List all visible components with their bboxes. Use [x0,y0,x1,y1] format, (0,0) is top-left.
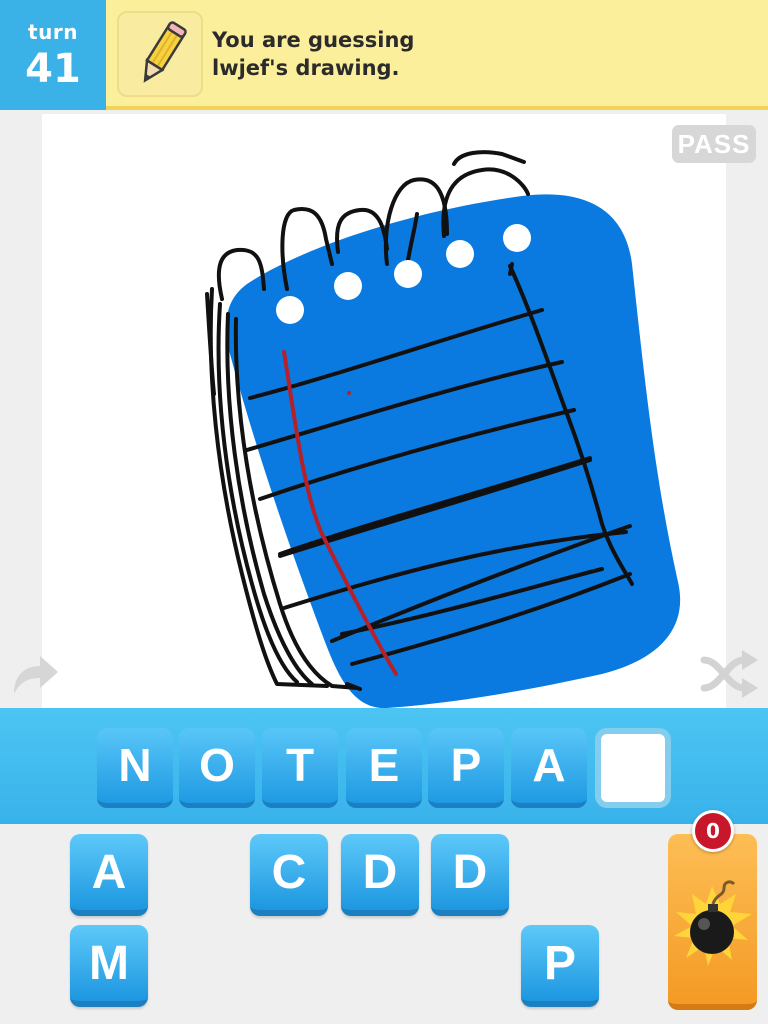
drawing-canvas [42,114,726,708]
letter-tile[interactable]: D [431,834,509,916]
letter-tile[interactable]: M [70,925,148,1007]
answer-slot[interactable]: N [97,728,173,808]
bomb-icon [674,880,752,966]
turn-label: turn [28,20,78,44]
answer-slot[interactable]: P [428,728,504,808]
answer-slot[interactable]: O [179,728,255,808]
letter-tile[interactable]: A [70,834,148,916]
answer-bar: N O T E P A [0,708,768,824]
letter-tile[interactable]: C [250,834,328,916]
guess-message-line1: You are guessing [212,28,415,52]
turn-number: 41 [25,46,81,92]
answer-slot[interactable]: E [346,728,422,808]
pencil-icon [117,11,203,97]
notepad-drawing [205,150,681,708]
answer-slot-empty[interactable] [595,728,671,808]
header-bar: turn 41 You are guessing lwjef's drawing… [0,0,768,110]
bomb-count-badge: 0 [692,810,734,852]
turn-counter: turn 41 [0,0,106,110]
pass-button[interactable]: PASS [672,125,756,163]
guess-message-line2: lwjef's drawing. [212,56,400,80]
answer-slot[interactable]: A [511,728,587,808]
bomb-button[interactable] [668,834,757,1010]
letter-tile[interactable]: D [341,834,419,916]
answer-slot[interactable]: T [262,728,338,808]
share-arrow-icon[interactable] [8,650,60,702]
letter-tile[interactable]: P [521,925,599,1007]
shuffle-icon[interactable] [700,650,760,702]
guess-message: You are guessing lwjef's drawing. [212,26,612,82]
